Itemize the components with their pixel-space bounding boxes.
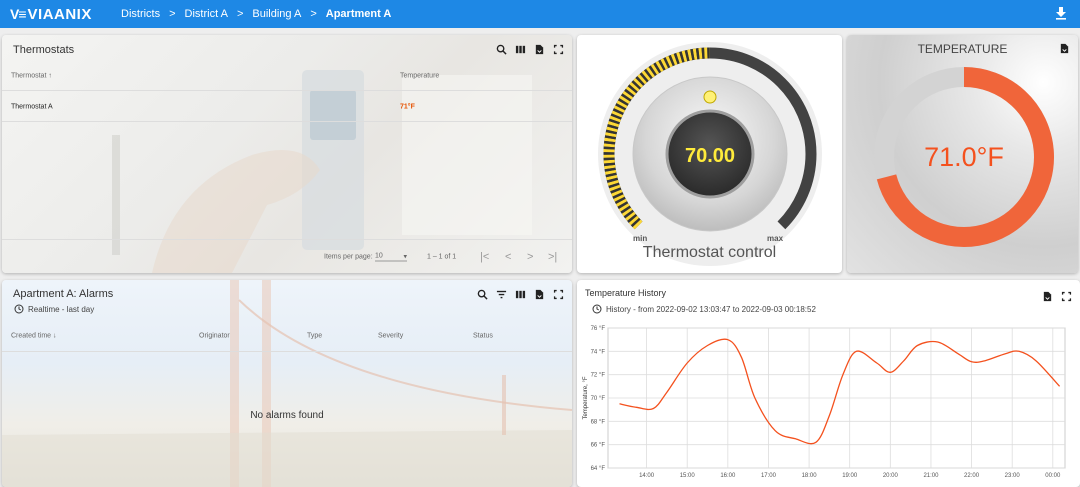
y-tick-label: 74 °F bbox=[591, 349, 606, 355]
y-axis-label: Temperature, °F bbox=[583, 376, 589, 419]
clock-icon bbox=[14, 304, 24, 314]
y-tick-label: 68 °F bbox=[591, 419, 606, 425]
alarms-table-header: Created time ↓ Originator Type Severity … bbox=[2, 321, 572, 352]
page-size-value: 10 bbox=[375, 252, 383, 259]
page-size-select[interactable]: 10 ▾ bbox=[375, 252, 407, 261]
y-tick-label: 66 °F bbox=[591, 443, 606, 449]
alarms-subtitle: Realtime - last day bbox=[28, 304, 95, 314]
thermostat-knob[interactable]: 70.00 bbox=[577, 35, 842, 273]
x-tick-label: 16:00 bbox=[720, 473, 736, 479]
x-tick-label: 17:00 bbox=[761, 473, 777, 479]
temperature-history-card: Temperature History History - from 2022-… bbox=[577, 280, 1080, 487]
fullscreen-icon[interactable] bbox=[1061, 291, 1072, 302]
table-row[interactable]: Thermostat A 71°F bbox=[2, 92, 572, 122]
temperature-card: TEMPERATURE 71.0°F bbox=[847, 35, 1078, 273]
x-tick-label: 21:00 bbox=[923, 473, 939, 479]
empty-state-text: No alarms found bbox=[250, 410, 324, 421]
y-tick-label: 76 °F bbox=[591, 326, 606, 332]
max-label: max bbox=[767, 234, 784, 243]
column-type[interactable]: Type bbox=[307, 333, 322, 340]
y-tick-label: 70 °F bbox=[591, 396, 606, 402]
min-label: min bbox=[633, 234, 648, 243]
columns-icon[interactable] bbox=[515, 289, 526, 300]
search-icon[interactable] bbox=[477, 289, 488, 300]
column-status[interactable]: Status bbox=[473, 333, 493, 340]
thermostat-control-card: 70.00 min max Thermostat control bbox=[577, 35, 842, 273]
filter-icon[interactable] bbox=[496, 289, 507, 300]
x-tick-label: 22:00 bbox=[964, 473, 980, 479]
x-tick-label: 15:00 bbox=[680, 473, 696, 479]
column-created-time[interactable]: Created time ↓ bbox=[11, 333, 57, 340]
x-tick-label: 20:00 bbox=[883, 473, 899, 479]
fullscreen-icon[interactable] bbox=[553, 289, 564, 300]
breadcrumb-separator: > bbox=[310, 8, 317, 20]
thermostat-setpoint: 70.00 bbox=[685, 145, 735, 167]
breadcrumb-apartment-a: Apartment A bbox=[325, 8, 392, 20]
column-originator[interactable]: Originator bbox=[199, 333, 230, 340]
thermostats-card: Thermostats Thermostat ↑ Temperature The… bbox=[2, 35, 572, 273]
logo-text: VIAANIX bbox=[27, 5, 92, 23]
thermostats-title: Thermostats bbox=[13, 44, 75, 56]
export-icon[interactable] bbox=[534, 289, 545, 300]
y-tick-label: 72 °F bbox=[591, 373, 606, 379]
table-header: Thermostat ↑ Temperature bbox=[2, 61, 572, 91]
x-tick-label: 23:00 bbox=[1005, 473, 1021, 479]
columns-icon[interactable] bbox=[515, 44, 526, 55]
breadcrumb-separator: > bbox=[236, 8, 244, 20]
logo-mark: V≡ bbox=[10, 6, 26, 22]
breadcrumb-separator: > bbox=[169, 8, 176, 20]
last-page-icon[interactable]: >| bbox=[548, 251, 557, 263]
export-icon[interactable] bbox=[1042, 291, 1053, 302]
first-page-icon[interactable]: |< bbox=[480, 251, 489, 263]
history-timewindow[interactable]: History - from 2022-09-02 13:03:47 to 20… bbox=[592, 304, 816, 314]
breadcrumb: Districts > District A > Building A > Ap… bbox=[121, 8, 391, 20]
x-tick-label: 14:00 bbox=[639, 473, 655, 479]
export-icon[interactable] bbox=[534, 44, 545, 55]
column-severity[interactable]: Severity bbox=[378, 333, 403, 340]
breadcrumb-districts[interactable]: Districts bbox=[121, 8, 160, 20]
thermostats-toolbar bbox=[496, 44, 564, 55]
temperature-value: 71.0°F bbox=[924, 142, 1004, 172]
download-icon[interactable] bbox=[1054, 6, 1068, 20]
prev-page-icon[interactable]: < bbox=[505, 251, 511, 263]
next-page-icon[interactable]: > bbox=[527, 251, 533, 263]
x-tick-label: 18:00 bbox=[802, 473, 818, 479]
history-toolbar bbox=[1042, 291, 1072, 302]
items-per-page-label: Items per page: bbox=[324, 253, 373, 260]
clock-icon bbox=[592, 304, 602, 314]
knob-indicator-dot bbox=[703, 90, 717, 104]
column-temperature[interactable]: Temperature bbox=[400, 72, 439, 79]
history-title: Temperature History bbox=[585, 288, 667, 298]
breadcrumb-district-a[interactable]: District A bbox=[185, 8, 228, 20]
x-tick-label: 00:00 bbox=[1045, 473, 1061, 479]
alarms-card: Apartment A: Alarms Realtime - last day … bbox=[2, 280, 572, 487]
x-tick-label: 19:00 bbox=[842, 473, 858, 479]
thermostat-control-title: Thermostat control bbox=[642, 244, 777, 261]
thermostat-name: Thermostat A bbox=[11, 103, 53, 110]
paginator: Items per page: 10 ▾ 1 – 1 of 1 |< < > >… bbox=[2, 239, 572, 273]
column-thermostat[interactable]: Thermostat ↑ bbox=[11, 72, 52, 79]
range-label: 1 – 1 of 1 bbox=[427, 253, 457, 260]
top-bar: V≡ VIAANIX Districts > District A > Buil… bbox=[0, 0, 1080, 28]
history-subtitle: History - from 2022-09-02 13:03:47 to 20… bbox=[606, 304, 816, 314]
breadcrumb-building-a[interactable]: Building A bbox=[252, 8, 301, 20]
temperature-history-chart: 64 °F 66 °F 68 °F 70 °F 72 °F 74 °F 76 °F 14:00… bbox=[583, 326, 1066, 479]
y-tick-label: 64 °F bbox=[591, 466, 606, 472]
thermostat-temperature: 71°F bbox=[400, 103, 415, 110]
fullscreen-icon[interactable] bbox=[553, 44, 564, 55]
chevron-down-icon: ▾ bbox=[403, 253, 407, 260]
alarms-toolbar bbox=[477, 289, 564, 300]
alarms-title: Apartment A: Alarms bbox=[13, 288, 114, 300]
alarms-timewindow[interactable]: Realtime - last day bbox=[14, 304, 94, 314]
temperature-donut: 71.0°F bbox=[874, 67, 1054, 247]
search-icon[interactable] bbox=[496, 44, 507, 55]
app-logo[interactable]: V≡ VIAANIX bbox=[10, 6, 110, 23]
